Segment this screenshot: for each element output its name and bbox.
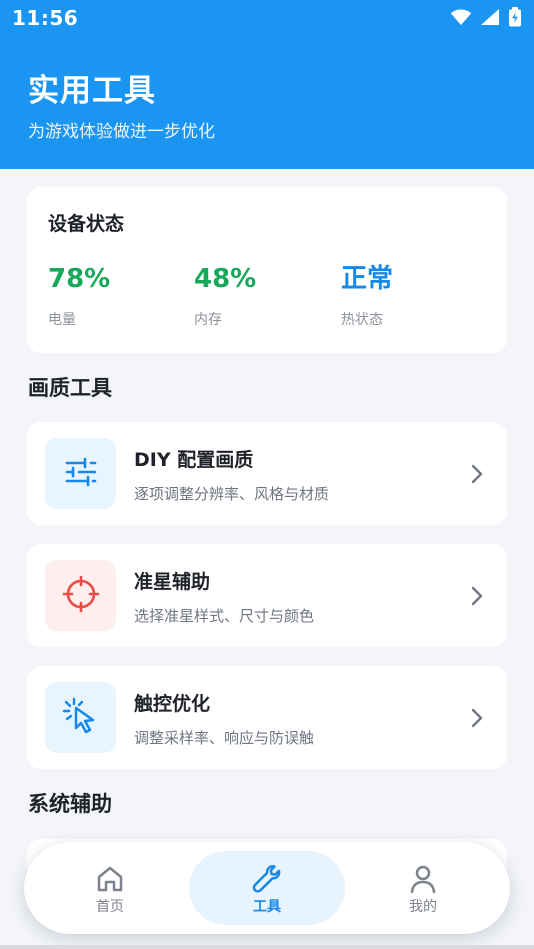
user-icon xyxy=(410,865,436,894)
thermal-status-metric: 正常 热状态 xyxy=(341,262,393,329)
status-icons xyxy=(450,7,522,27)
thermal-status-value: 正常 xyxy=(341,264,394,294)
system-navigation-bar xyxy=(0,945,534,949)
system-assist-section-title: 系统辅助 xyxy=(28,792,112,816)
memory-label: 内存 xyxy=(194,312,222,328)
diy-quality-description: 逐项调整分辨率、风格与材质 xyxy=(134,485,330,503)
nav-home-label: 首页 xyxy=(96,899,124,915)
touch-click-icon xyxy=(62,697,100,739)
battery-metric: 78% 电量 xyxy=(48,262,110,329)
crosshair-assist-description: 选择准星样式、尺寸与颜色 xyxy=(134,607,315,625)
signal-icon xyxy=(480,8,500,26)
touch-icon-container xyxy=(45,682,116,753)
crosshair-icon-container xyxy=(45,560,116,631)
nav-profile-label: 我的 xyxy=(409,899,437,915)
status-time: 11:56 xyxy=(12,6,79,30)
sliders-icon xyxy=(64,455,98,493)
page-title: 实用工具 xyxy=(28,73,156,109)
chevron-right-icon xyxy=(471,586,483,606)
diy-quality-title: DIY 配置画质 xyxy=(134,449,254,471)
chevron-right-icon xyxy=(471,708,483,728)
image-tools-section-title: 画质工具 xyxy=(28,376,112,400)
diy-icon-container xyxy=(45,438,116,509)
wifi-icon xyxy=(450,8,472,26)
touch-optimization-title: 触控优化 xyxy=(134,693,211,715)
memory-metric: 48% 内存 xyxy=(194,262,256,329)
thermal-status-label: 热状态 xyxy=(341,312,383,328)
bottom-navigation: 首页 工具 我的 xyxy=(24,842,510,934)
nav-profile[interactable]: 我的 xyxy=(363,851,483,925)
crosshair-icon xyxy=(62,575,100,617)
touch-optimization-description: 调整采样率、响应与防误触 xyxy=(134,729,315,747)
page-subtitle: 为游戏体验做进一步优化 xyxy=(28,122,215,142)
battery-label: 电量 xyxy=(48,312,76,328)
touch-optimization-card[interactable]: 触控优化 调整采样率、响应与防误触 xyxy=(27,666,507,769)
chevron-right-icon xyxy=(471,464,483,484)
nav-home[interactable]: 首页 xyxy=(50,851,170,925)
wrench-icon xyxy=(252,865,281,893)
memory-value: 48% xyxy=(194,264,257,294)
nav-tools[interactable]: 工具 xyxy=(189,851,345,925)
header: 11:56 实用工具 为游戏体验做进一步优化 xyxy=(0,0,534,169)
crosshair-assist-title: 准星辅助 xyxy=(134,571,211,593)
crosshair-assist-card[interactable]: 准星辅助 选择准星样式、尺寸与颜色 xyxy=(27,544,507,647)
diy-quality-card[interactable]: DIY 配置画质 逐项调整分辨率、风格与材质 xyxy=(27,422,507,525)
battery-value: 78% xyxy=(48,264,111,294)
tools-screen: 11:56 实用工具 为游戏体验做进一步优化 设备状态 78% 电量 48% 内… xyxy=(0,0,534,949)
nav-tools-label: 工具 xyxy=(253,899,281,915)
battery-charging-icon xyxy=(508,7,522,27)
home-icon xyxy=(97,866,123,892)
device-status-title: 设备状态 xyxy=(48,213,125,235)
